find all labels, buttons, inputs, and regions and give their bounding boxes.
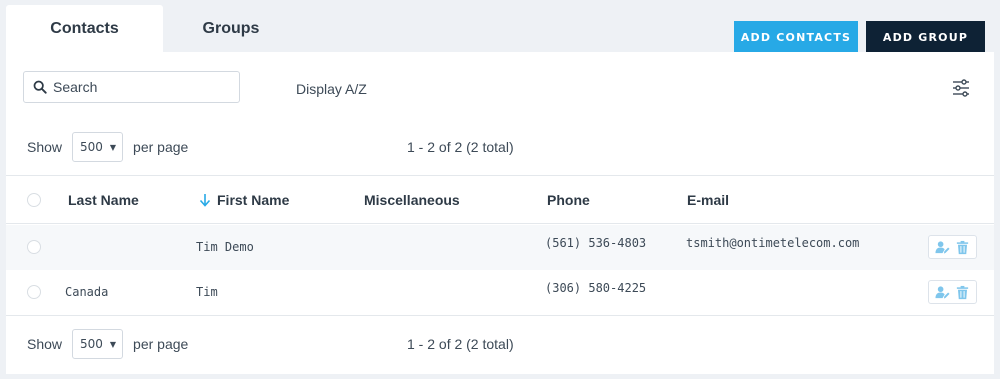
pager-top: Show 500 ▼ per page <box>27 132 188 162</box>
search-input[interactable] <box>53 79 223 95</box>
row-actions <box>928 235 977 259</box>
per-page-select[interactable]: 500 ▼ <box>72 132 124 162</box>
edit-contact-icon[interactable] <box>935 285 950 300</box>
contacts-panel: Display A/Z Show 500 ▼ per page 1 - 2 of… <box>6 52 994 374</box>
pager-bottom: Show 500 ▼ per page <box>27 329 188 359</box>
cell-email: tsmith@ontimetelecom.com <box>686 236 860 250</box>
add-group-button[interactable]: ADD GROUP <box>866 21 985 53</box>
cell-phone: (561) 536-4803 <box>545 236 647 250</box>
search-icon <box>33 80 47 94</box>
per-page-label: per page <box>133 336 189 352</box>
cell-phone: (306) 580-4225 <box>545 281 647 295</box>
select-all-checkbox[interactable] <box>27 193 41 207</box>
col-first-name[interactable]: First Name <box>217 192 289 208</box>
result-range: 1 - 2 of 2 (2 total) <box>407 139 514 155</box>
col-last-name[interactable]: Last Name <box>68 192 139 208</box>
cell-first-name: Tim Demo <box>196 240 254 254</box>
row-actions <box>928 280 977 304</box>
row-checkbox[interactable] <box>27 285 41 299</box>
trash-icon[interactable] <box>955 285 970 300</box>
caret-down-icon: ▼ <box>109 143 117 152</box>
show-label: Show <box>27 139 63 155</box>
per-page-select[interactable]: 500 ▼ <box>72 329 124 359</box>
table-header: Last Name First Name Miscellaneous Phone… <box>6 175 994 224</box>
table-row[interactable]: Canada Tim (306) 580-4225 <box>6 270 994 315</box>
col-phone[interactable]: Phone <box>547 192 590 208</box>
cell-first-name: Tim <box>196 285 218 299</box>
result-range: 1 - 2 of 2 (2 total) <box>407 336 514 352</box>
filter-settings-icon[interactable] <box>951 78 971 98</box>
per-page-value: 500 <box>80 140 103 154</box>
search-box <box>23 71 240 103</box>
trash-icon[interactable] <box>955 240 970 255</box>
per-page-value: 500 <box>80 337 103 351</box>
tab-contacts[interactable]: Contacts <box>6 5 163 52</box>
tab-groups[interactable]: Groups <box>163 5 299 52</box>
arrow-down-icon <box>199 194 211 207</box>
tab-bar: Contacts Groups <box>6 5 299 52</box>
col-email[interactable]: E-mail <box>687 192 729 208</box>
col-misc[interactable]: Miscellaneous <box>364 192 460 208</box>
row-checkbox[interactable] <box>27 240 41 254</box>
divider <box>6 315 994 316</box>
table-row[interactable]: Tim Demo (561) 536-4803 tsmith@ontimetel… <box>6 225 994 270</box>
edit-contact-icon[interactable] <box>935 240 950 255</box>
add-contacts-button[interactable]: ADD CONTACTS <box>734 21 858 53</box>
caret-down-icon: ▼ <box>109 340 117 349</box>
cell-last-name: Canada <box>65 285 109 299</box>
per-page-label: per page <box>133 139 189 155</box>
show-label: Show <box>27 336 63 352</box>
display-order-toggle[interactable]: Display A/Z <box>296 81 367 97</box>
